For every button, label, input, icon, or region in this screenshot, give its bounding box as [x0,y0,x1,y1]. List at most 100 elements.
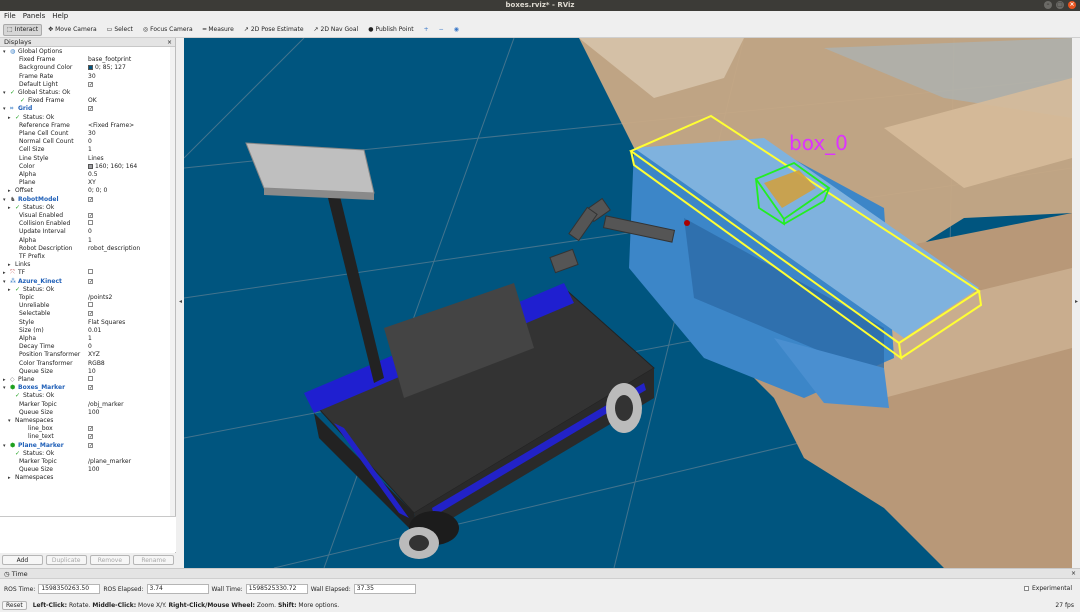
close-icon[interactable]: × [1071,569,1076,579]
display-row[interactable]: Reference Frame <Fixed Frame> [0,122,172,130]
display-row[interactable]: Alpha 0.5 [0,171,172,179]
render-viewport[interactable]: box_0 [184,38,1072,568]
display-row[interactable]: Queue Size 100 [0,409,172,417]
display-row-value[interactable]: 100 [88,466,99,474]
scene-svg[interactable]: box_0 [184,38,1072,568]
display-checkbox[interactable]: ✓ [88,212,93,220]
display-row[interactable]: Color Transformer RGB8 [0,360,172,368]
display-row-value[interactable]: <Fixed Frame> [88,122,134,130]
close-icon[interactable]: × [1068,1,1076,9]
display-row[interactable]: Style Flat Squares [0,319,172,327]
display-row[interactable]: Marker Topic/obj_marker [0,401,172,409]
display-row-value[interactable]: 10 [88,368,96,376]
display-row-value[interactable]: 0 [88,343,92,351]
display-row-value[interactable]: 0; 85; 127 [88,64,126,72]
display-row[interactable]: ▾ ♞ RobotModel ✓ [0,196,172,204]
color-swatch[interactable] [88,65,93,71]
checkbox-unchecked[interactable] [88,220,93,226]
expand-down-icon[interactable]: ▾ [3,442,6,450]
display-row-value[interactable]: Lines [88,155,104,163]
display-checkbox[interactable]: ✓ [88,278,93,286]
display-checkbox[interactable]: ✓ [88,425,93,433]
display-row[interactable]: ▾ ⬢ Boxes_Marker ✓ [0,384,172,392]
right-splitter[interactable]: ▸ [1072,38,1080,568]
checkbox-checked[interactable]: ✓ [88,106,93,112]
checkbox-checked[interactable]: ✓ [88,81,93,87]
display-row[interactable]: Default Light ✓ [0,81,172,89]
display-row[interactable]: Line Style Lines [0,155,172,163]
expand-down-icon[interactable]: ▾ [3,196,6,204]
display-row[interactable]: ▾ ⁂ Azure_Kinect ✓ [0,278,172,286]
display-row[interactable]: ▾ Namespaces [0,417,172,425]
maximize-icon[interactable]: □ [1056,1,1064,9]
display-row[interactable]: Color 160; 160; 164 [0,163,172,171]
expand-right-icon[interactable]: ▸ [8,204,11,212]
display-row[interactable]: Visual Enabled ✓ [0,212,172,220]
collapse-left-icon[interactable]: ◂ [179,298,182,305]
expand-down-icon[interactable]: ▾ [3,278,6,286]
display-row[interactable]: Robot Description robot_description [0,245,172,253]
expand-down-icon[interactable]: ▾ [3,89,6,97]
display-row[interactable]: line_box ✓ [0,425,172,433]
expand-right-icon[interactable]: ▸ [8,286,11,294]
display-row[interactable]: ▸ ◇ Plane [0,376,172,384]
expand-right-icon[interactable]: ▸ [8,261,11,269]
display-row-value[interactable]: XY [88,179,96,187]
display-row-value[interactable]: /plane_marker [88,458,131,466]
display-row[interactable]: Plane Cell Count 30 [0,130,172,138]
display-row[interactable]: Position Transformer XYZ [0,351,172,359]
experimental-option[interactable]: Experimental [1023,585,1072,592]
menu-panels[interactable]: Panels [23,11,46,22]
checkbox-checked[interactable]: ✓ [88,278,93,284]
display-checkbox[interactable]: ✓ [88,81,93,89]
display-row[interactable]: Background Color 0; 85; 127 [0,64,172,72]
expand-right-icon[interactable]: ▸ [8,114,11,122]
tool-2d-nav-goal[interactable]: ↗ 2D Nav Goal [310,24,363,36]
display-row[interactable]: ▸ ⤧ TF [0,269,172,277]
display-row[interactable]: ▾ ◍ Global Options [0,48,172,56]
display-row[interactable]: Update Interval 0 [0,228,172,236]
display-row[interactable]: ✓ Fixed Frame OK [0,97,172,105]
display-row-value[interactable]: /points2 [88,294,112,302]
ros-time-field[interactable]: 1598350263.50 [38,584,101,594]
tool-2d-pose-estimate[interactable]: ↗ 2D Pose Estimate [240,24,308,36]
add-button[interactable]: Add [2,555,43,565]
rename-button[interactable]: Rename [133,555,174,565]
expand-down-icon[interactable]: ▾ [3,48,6,56]
add-tool-icon[interactable]: + [420,24,433,36]
display-row[interactable]: line_text ✓ [0,433,172,441]
expand-down-icon[interactable]: ▾ [3,384,6,392]
display-checkbox[interactable]: ✓ [88,310,93,318]
checkbox-unchecked[interactable] [88,269,93,275]
tree-scrollbar[interactable] [170,47,175,517]
camera-type-icon[interactable]: ◉ [450,24,463,36]
display-checkbox[interactable] [88,302,93,310]
display-checkbox[interactable] [88,269,93,277]
display-row[interactable]: Collision Enabled [0,220,172,228]
tool-measure[interactable]: ━ Measure [199,24,238,36]
display-row[interactable]: Frame Rate 30 [0,73,172,81]
display-row-value[interactable]: Flat Squares [88,319,125,327]
display-checkbox[interactable]: ✓ [88,196,93,204]
tool-focus-camera[interactable]: ◎ Focus Camera [139,24,197,36]
menu-help[interactable]: Help [52,11,68,22]
display-row-value[interactable]: 100 [88,409,99,417]
display-row[interactable]: ✓ Status: Ok [0,392,172,400]
display-row-value[interactable]: base_footprint [88,56,131,64]
expand-right-icon[interactable]: ▸ [3,269,6,277]
checkbox-checked[interactable]: ✓ [88,434,93,440]
display-row[interactable]: Normal Cell Count 0 [0,138,172,146]
display-row[interactable]: Topic/points2 [0,294,172,302]
display-row-value[interactable]: RGB8 [88,360,105,368]
display-row-value[interactable]: /obj_marker [88,401,124,409]
display-row-value[interactable]: robot_description [88,245,140,253]
display-checkbox[interactable] [88,376,93,384]
close-icon[interactable]: × [167,38,172,47]
display-row[interactable]: ▾ ⌗ Grid ✓ [0,105,172,113]
checkbox-checked[interactable]: ✓ [88,311,93,317]
display-row[interactable]: Alpha 1 [0,237,172,245]
display-row[interactable]: Alpha 1 [0,335,172,343]
color-swatch[interactable] [88,163,93,169]
display-row-value[interactable]: 0; 0; 0 [88,187,107,195]
expand-right-icon[interactable]: ▸ [8,474,11,482]
